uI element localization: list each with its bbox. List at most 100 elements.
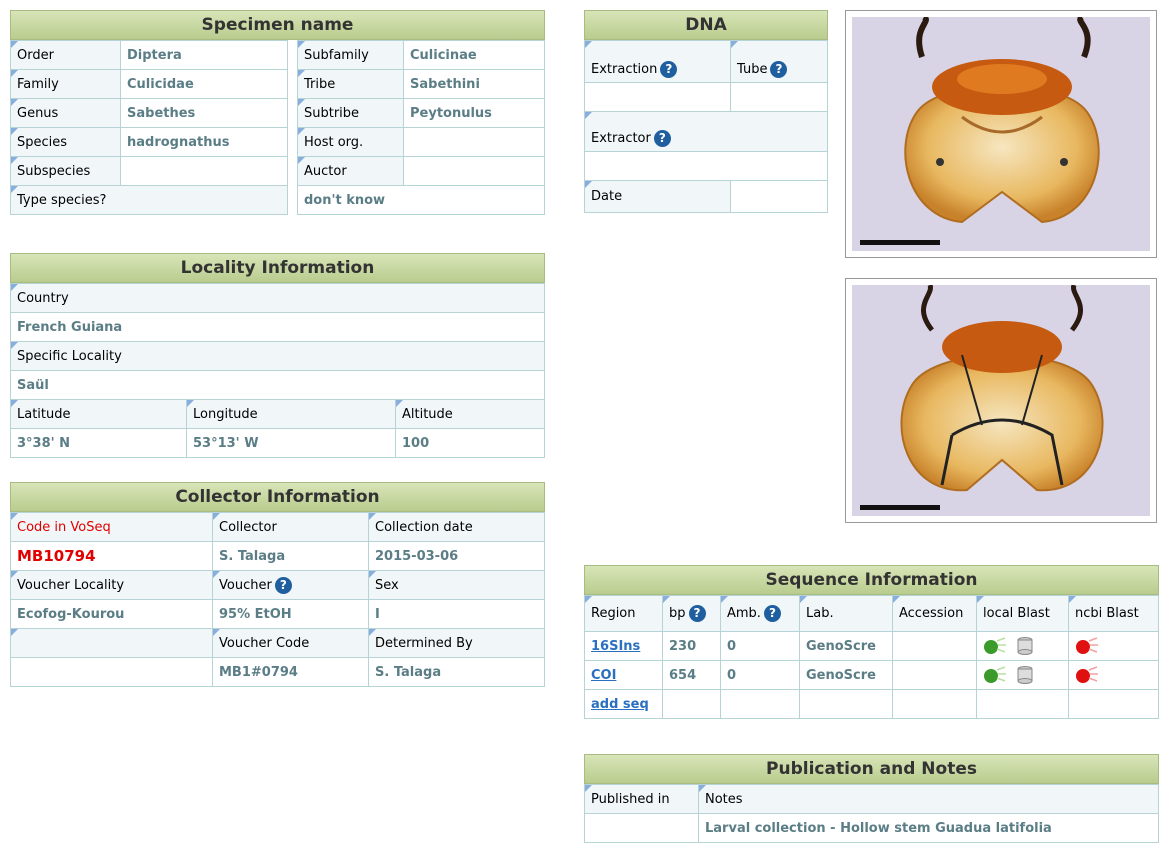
code-label: Code in VoSeq — [10, 512, 213, 542]
order-label: Order — [10, 40, 121, 70]
dna-header: DNA — [584, 10, 828, 40]
type-species-value: don't know — [297, 185, 545, 215]
table-row: COI 654 0 GenoScre — [584, 660, 1159, 690]
lab-header: Lab. — [799, 595, 893, 632]
subspecies-value — [120, 156, 288, 186]
tube-label-cell: Tube? — [730, 40, 828, 83]
sequence-table: Region bp? Amb.? Lab. Accession local Bl… — [584, 595, 1159, 719]
table-row: Subtribe Peytonulus — [297, 98, 545, 128]
question-icon[interactable]: ? — [770, 61, 788, 78]
table-row: Host org. — [297, 127, 545, 157]
host-org-label: Host org. — [297, 127, 404, 157]
voucher-value: 95% EtOH — [212, 599, 369, 629]
ncbi-blast-cell — [1068, 631, 1159, 661]
table-row — [584, 151, 828, 181]
extractor-value — [584, 151, 828, 181]
table-row: Ecofog-Kourou 95% EtOH I — [10, 599, 545, 629]
extraction-value — [584, 82, 731, 112]
empty-cell — [1068, 689, 1159, 719]
collection-date-label: Collection date — [368, 512, 545, 542]
database-icon[interactable] — [1017, 637, 1033, 655]
table-row: Subspecies — [10, 156, 288, 186]
table-row: Extraction? Tube? — [584, 40, 828, 83]
order-value: Diptera — [120, 40, 288, 70]
collector-table: Code in VoSeq Collector Collection date … — [10, 512, 545, 687]
table-row: Order Diptera — [10, 40, 288, 70]
table-row: Species hadrognathus — [10, 127, 288, 157]
specimen-right-table: Subfamily Culicinae Tribe Sabethini Subt… — [297, 40, 545, 215]
table-row: Tribe Sabethini — [297, 69, 545, 99]
scale-bar — [860, 505, 940, 510]
table-row: Type species? — [10, 185, 288, 215]
published-in-value — [584, 813, 699, 843]
determined-by-value: S. Talaga — [368, 657, 545, 687]
red-blast-icon[interactable] — [1075, 666, 1099, 684]
family-value: Culicidae — [120, 69, 288, 99]
voucher-locality-label: Voucher Locality — [10, 570, 213, 600]
notes-label: Notes — [698, 784, 1159, 814]
green-blast-icon[interactable] — [983, 666, 1007, 684]
specific-locality-label: Specific Locality — [10, 341, 545, 371]
question-icon[interactable]: ? — [660, 61, 678, 78]
region-link[interactable]: COI — [584, 660, 663, 690]
extraction-label-cell: Extraction? — [584, 40, 731, 83]
published-in-label: Published in — [584, 784, 699, 814]
table-row: Date — [584, 180, 828, 213]
table-row: Country — [10, 283, 545, 313]
add-seq-link[interactable]: add seq — [584, 689, 663, 719]
table-row: Latitude Longitude Altitude — [10, 399, 545, 429]
table-row: French Guiana — [10, 312, 545, 342]
collector-label: Collector — [212, 512, 369, 542]
question-icon[interactable]: ? — [763, 605, 781, 622]
database-icon[interactable] — [1017, 666, 1033, 684]
question-icon[interactable]: ? — [274, 576, 292, 594]
specimen-photo-1[interactable] — [845, 10, 1157, 258]
country-label: Country — [10, 283, 545, 313]
green-blast-icon[interactable] — [983, 637, 1007, 655]
latitude-label: Latitude — [10, 399, 187, 429]
question-icon[interactable]: ? — [688, 605, 706, 622]
tube-value — [730, 82, 828, 112]
red-blast-icon[interactable] — [1075, 637, 1099, 655]
locality-table: Country French Guiana Specific Locality … — [10, 283, 545, 458]
bp-header: bp — [669, 606, 686, 621]
local-blast-header: local Blast — [976, 595, 1069, 632]
table-row: Extractor? — [584, 111, 828, 152]
empty-cell — [799, 689, 893, 719]
subfamily-value: Culicinae — [403, 40, 545, 70]
table-row: Code in VoSeq Collector Collection date — [10, 512, 545, 542]
local-blast-cell — [976, 660, 1069, 690]
table-row: Saül — [10, 370, 545, 400]
sequence-panel: Sequence Information Region bp? Amb.? La… — [584, 565, 1159, 719]
bp-header-cell: bp? — [662, 595, 721, 632]
region-link[interactable]: 16SIns — [584, 631, 663, 661]
determined-by-label: Determined By — [368, 628, 545, 658]
altitude-value: 100 — [395, 428, 545, 458]
scale-bar — [860, 240, 940, 245]
table-row: MB10794 S. Talaga 2015-03-06 — [10, 541, 545, 571]
auctor-label: Auctor — [297, 156, 404, 186]
empty-cell — [662, 689, 721, 719]
specimen-left-table: Order Diptera Family Culicidae Genus Sab… — [10, 40, 288, 215]
specimen-photo-2[interactable] — [845, 278, 1157, 523]
host-org-value — [403, 127, 545, 157]
table-row: 3°38' N 53°13' W 100 — [10, 428, 545, 458]
lab-value: GenoScre — [799, 660, 893, 690]
sequence-header: Sequence Information — [584, 565, 1159, 595]
amb-header: Amb. — [727, 606, 761, 621]
specific-locality-value: Saül — [10, 370, 545, 400]
publication-header: Publication and Notes — [584, 754, 1159, 784]
ncbi-blast-cell — [1068, 660, 1159, 690]
tribe-value: Sabethini — [403, 69, 545, 99]
collector-panel: Collector Information Code in VoSeq Coll… — [10, 482, 545, 687]
subtribe-value: Peytonulus — [403, 98, 545, 128]
table-row: Voucher Locality Voucher? Sex — [10, 570, 545, 600]
subspecies-label: Subspecies — [10, 156, 121, 186]
voucher-label-cell: Voucher? — [212, 570, 369, 600]
ncbi-blast-header: ncbi Blast — [1068, 595, 1159, 632]
voucher-label: Voucher — [219, 577, 272, 593]
type-species-label: Type species? — [10, 185, 288, 215]
empty-value — [10, 657, 213, 687]
question-icon[interactable]: ? — [653, 130, 671, 147]
tribe-label: Tribe — [297, 69, 404, 99]
